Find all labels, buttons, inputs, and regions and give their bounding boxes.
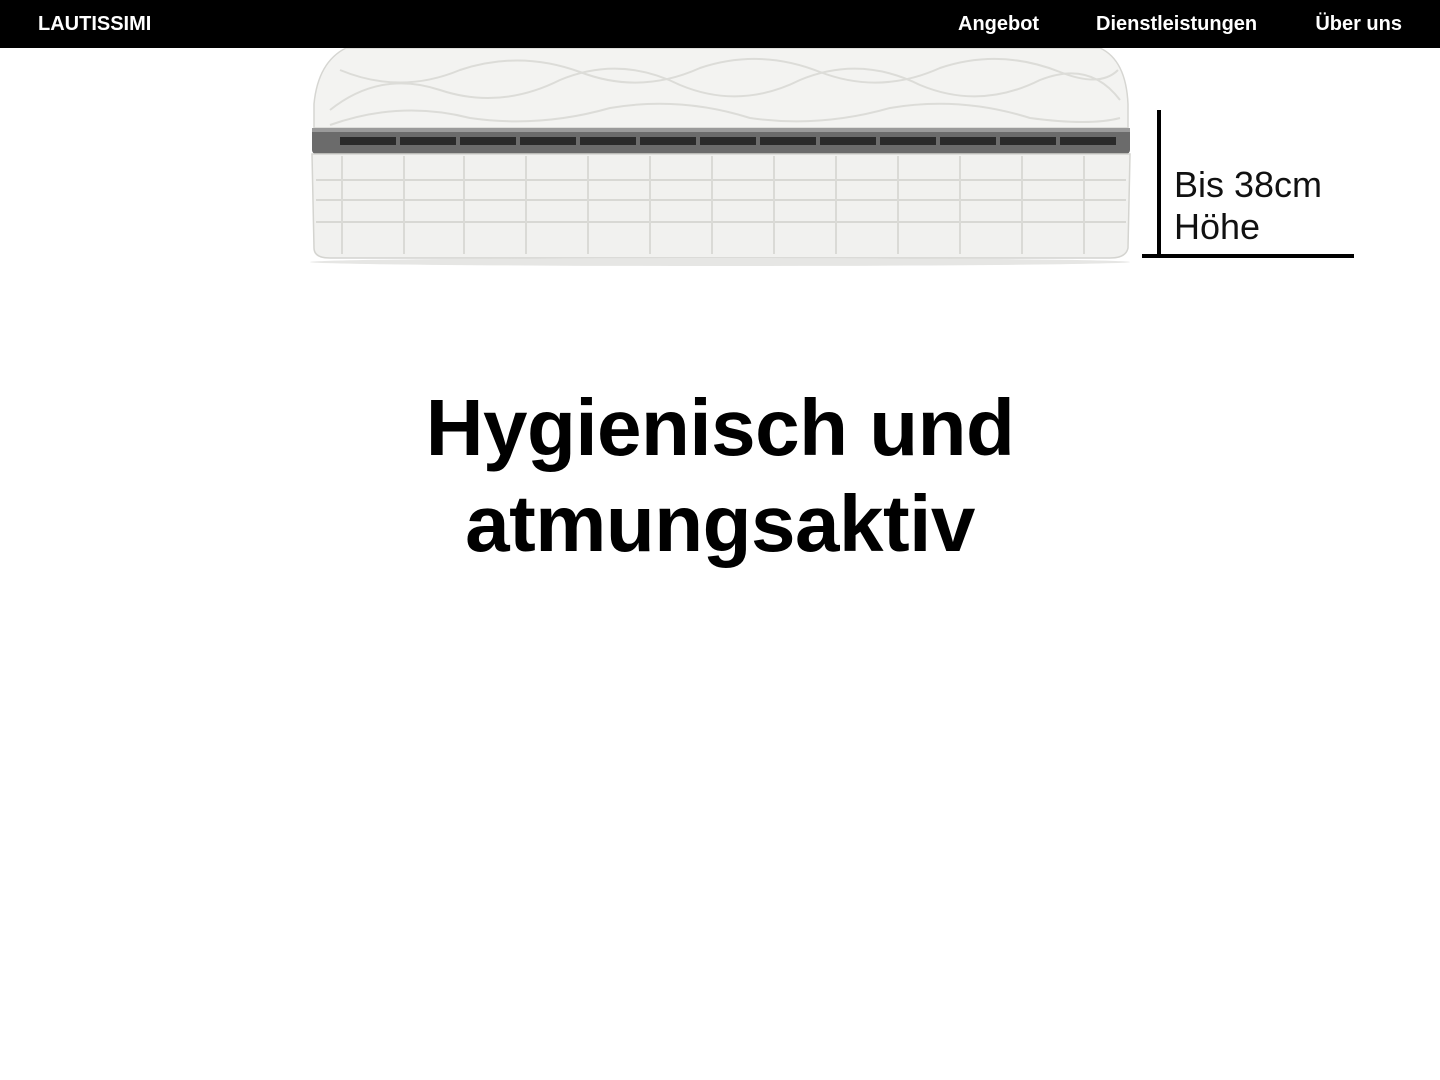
nav-link-dienstleistungen[interactable]: Dienstleistungen (1096, 12, 1257, 36)
section-heading: Hygienisch und atmungsaktiv (0, 380, 1440, 572)
brand-logo-link[interactable]: LAUTISSIMI (38, 12, 151, 36)
section-heading-line-2: atmungsaktiv (465, 479, 975, 568)
nav-link-angebot[interactable]: Angebot (958, 12, 1039, 36)
top-navigation-bar: LAUTISSIMI Angebot Dienstleistungen Über… (0, 0, 1440, 48)
height-label-value: Bis 38cm (1174, 164, 1323, 205)
height-label: Bis 38cm Höhe (1174, 164, 1322, 248)
height-label-unit: Höhe (1174, 206, 1261, 247)
nav-link-ueber-uns[interactable]: Über uns (1315, 12, 1402, 36)
section-heading-line-1: Hygienisch und (425, 383, 1015, 472)
